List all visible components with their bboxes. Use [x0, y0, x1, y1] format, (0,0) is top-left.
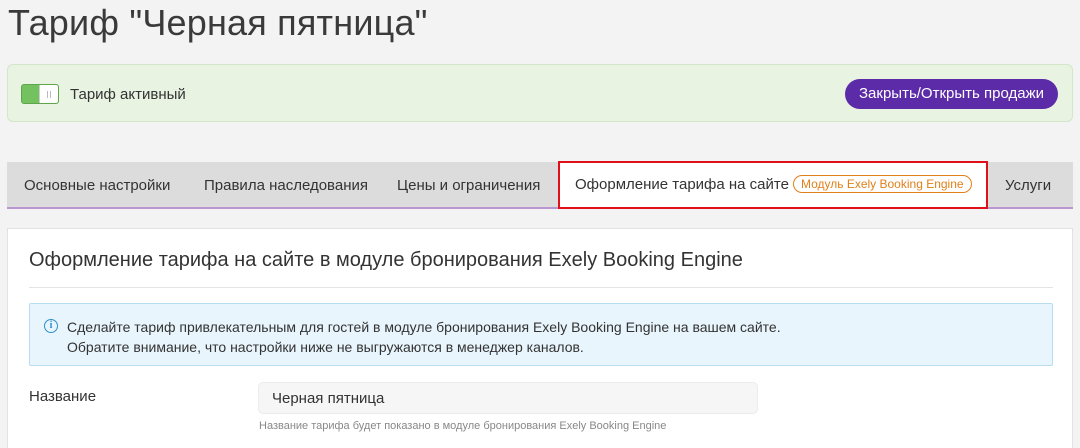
info-notice: i Сделайте тариф привлекательным для гос… [29, 303, 1053, 366]
tab-prices-restrictions[interactable]: Цены и ограничения [397, 162, 540, 207]
tab-services[interactable]: Услуги [1005, 162, 1051, 207]
tariff-tabs: Основные настройки Правила наследования … [7, 161, 1073, 209]
tariff-active-toggle[interactable] [21, 84, 59, 104]
toggle-sales-button[interactable]: Закрыть/Открыть продажи [844, 79, 1058, 109]
tab-inheritance-rules[interactable]: Правила наследования [204, 162, 368, 207]
toggle-on-segment [22, 85, 40, 103]
page-title: Тариф "Черная пятница" [8, 2, 428, 43]
info-icon: i [44, 319, 58, 333]
tab-main-settings[interactable]: Основные настройки [24, 162, 170, 207]
site-design-panel: Оформление тарифа на сайте в модуле брон… [7, 228, 1073, 448]
booking-engine-badge: Модуль Exely Booking Engine [792, 175, 972, 194]
tariff-status-bar: Тариф активный Закрыть/Открыть продажи [7, 64, 1073, 122]
info-line-1: Сделайте тариф привлекательным для госте… [67, 319, 781, 335]
tab-site-design-label: Оформление тарифа на сайте [575, 176, 789, 193]
info-text: Сделайте тариф привлекательным для госте… [67, 317, 781, 357]
tariff-name-input[interactable] [258, 382, 758, 414]
tab-site-design[interactable]: Оформление тарифа на сайте Модуль Exely B… [558, 161, 988, 209]
section-divider [29, 287, 1053, 288]
toggle-knob[interactable] [39, 85, 58, 103]
info-line-2: Обратите внимание, что настройки ниже не… [67, 339, 584, 355]
section-title: Оформление тарифа на сайте в модуле брон… [29, 249, 743, 271]
name-field-hint: Название тарифа будет показано в модуле … [259, 420, 667, 432]
tariff-status-label: Тариф активный [70, 86, 186, 103]
name-field-label: Название [29, 388, 97, 405]
